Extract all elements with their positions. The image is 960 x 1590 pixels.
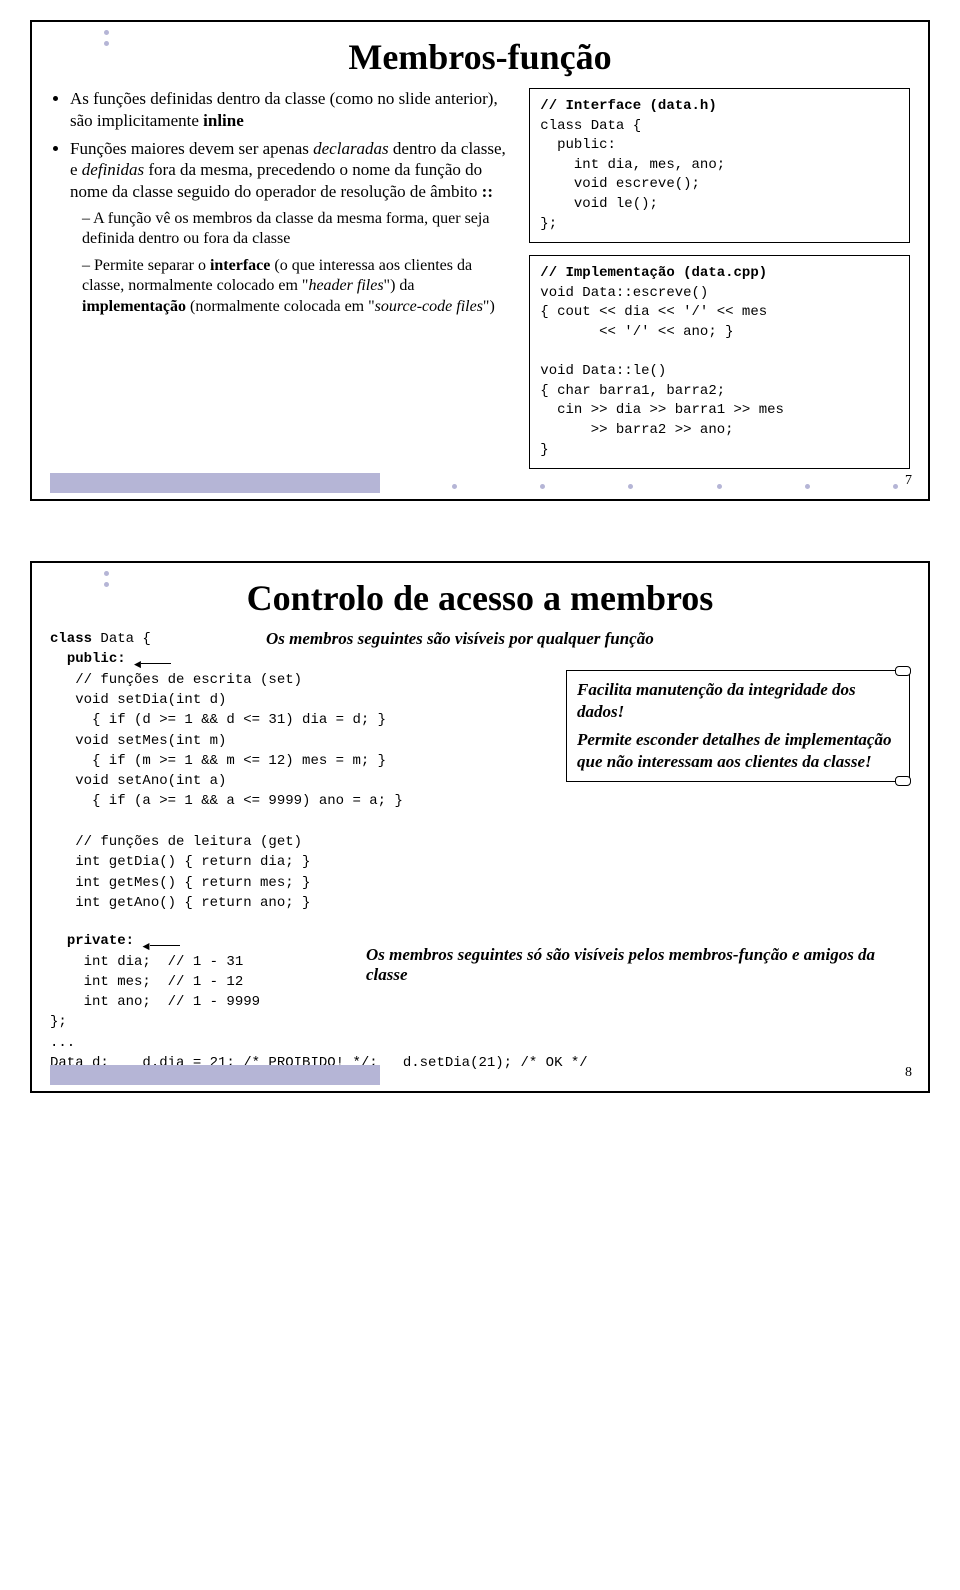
- footer-bar: [50, 473, 380, 493]
- code-private: private: int dia; // 1 - 31 int mes; // …: [50, 931, 350, 1032]
- decorative-dots: [104, 571, 109, 587]
- arrow-icon: [142, 937, 182, 945]
- code-impl-box: // Implementação (data.cpp) void Data::e…: [529, 255, 910, 469]
- decorative-dots: [104, 30, 109, 46]
- bullet-list: As funções definidas dentro da classe (c…: [50, 88, 515, 317]
- slide-title: Controlo de acesso a membros: [50, 577, 910, 619]
- note-line: Facilita manutenção da integridade dos d…: [577, 679, 899, 723]
- dash-item: Permite separar o interface (o que inter…: [82, 256, 515, 317]
- page-number: 7: [905, 473, 912, 489]
- slide-membros-funcao: Membros-função As funções definidas dent…: [30, 20, 930, 501]
- two-column-layout: As funções definidas dentro da classe (c…: [50, 88, 910, 481]
- dash-list: A função vê os membros da classe da mesm…: [70, 209, 515, 317]
- code-interface-box: // Interface (data.h) class Data { publi…: [529, 88, 910, 243]
- bullet-item: Funções maiores devem ser apenas declara…: [70, 138, 515, 318]
- arrow-icon: [134, 655, 174, 663]
- annotation-private: Os membros seguintes só são visíveis pel…: [366, 945, 910, 985]
- page-number: 8: [905, 1065, 912, 1081]
- note-line: Permite esconder detalhes de implementaç…: [577, 729, 899, 773]
- footer-bar: [50, 1065, 380, 1085]
- slide-controlo-acesso: Controlo de acesso a membros class Data …: [30, 561, 930, 1093]
- code-set-get: // funções de escrita (set) void setDia(…: [50, 670, 550, 914]
- slide-title: Membros-função: [50, 36, 910, 78]
- footer-dots: [452, 484, 898, 489]
- bullet-item: As funções definidas dentro da classe (c…: [70, 88, 515, 132]
- row-private: private: int dia; // 1 - 31 int mes; // …: [50, 931, 910, 1032]
- right-column: // Interface (data.h) class Data { publi…: [529, 88, 910, 481]
- note-box: Facilita manutenção da integridade dos d…: [566, 670, 910, 782]
- code-class-open: class Data { public:: [50, 629, 250, 670]
- dash-item: A função vê os membros da classe da mesm…: [82, 209, 515, 250]
- annotation-public: Os membros seguintes são visíveis por qu…: [266, 629, 910, 649]
- left-column: As funções definidas dentro da classe (c…: [50, 88, 515, 481]
- row-public: class Data { public: Os membros seguinte…: [50, 629, 910, 670]
- row-mid: // funções de escrita (set) void setDia(…: [50, 670, 910, 914]
